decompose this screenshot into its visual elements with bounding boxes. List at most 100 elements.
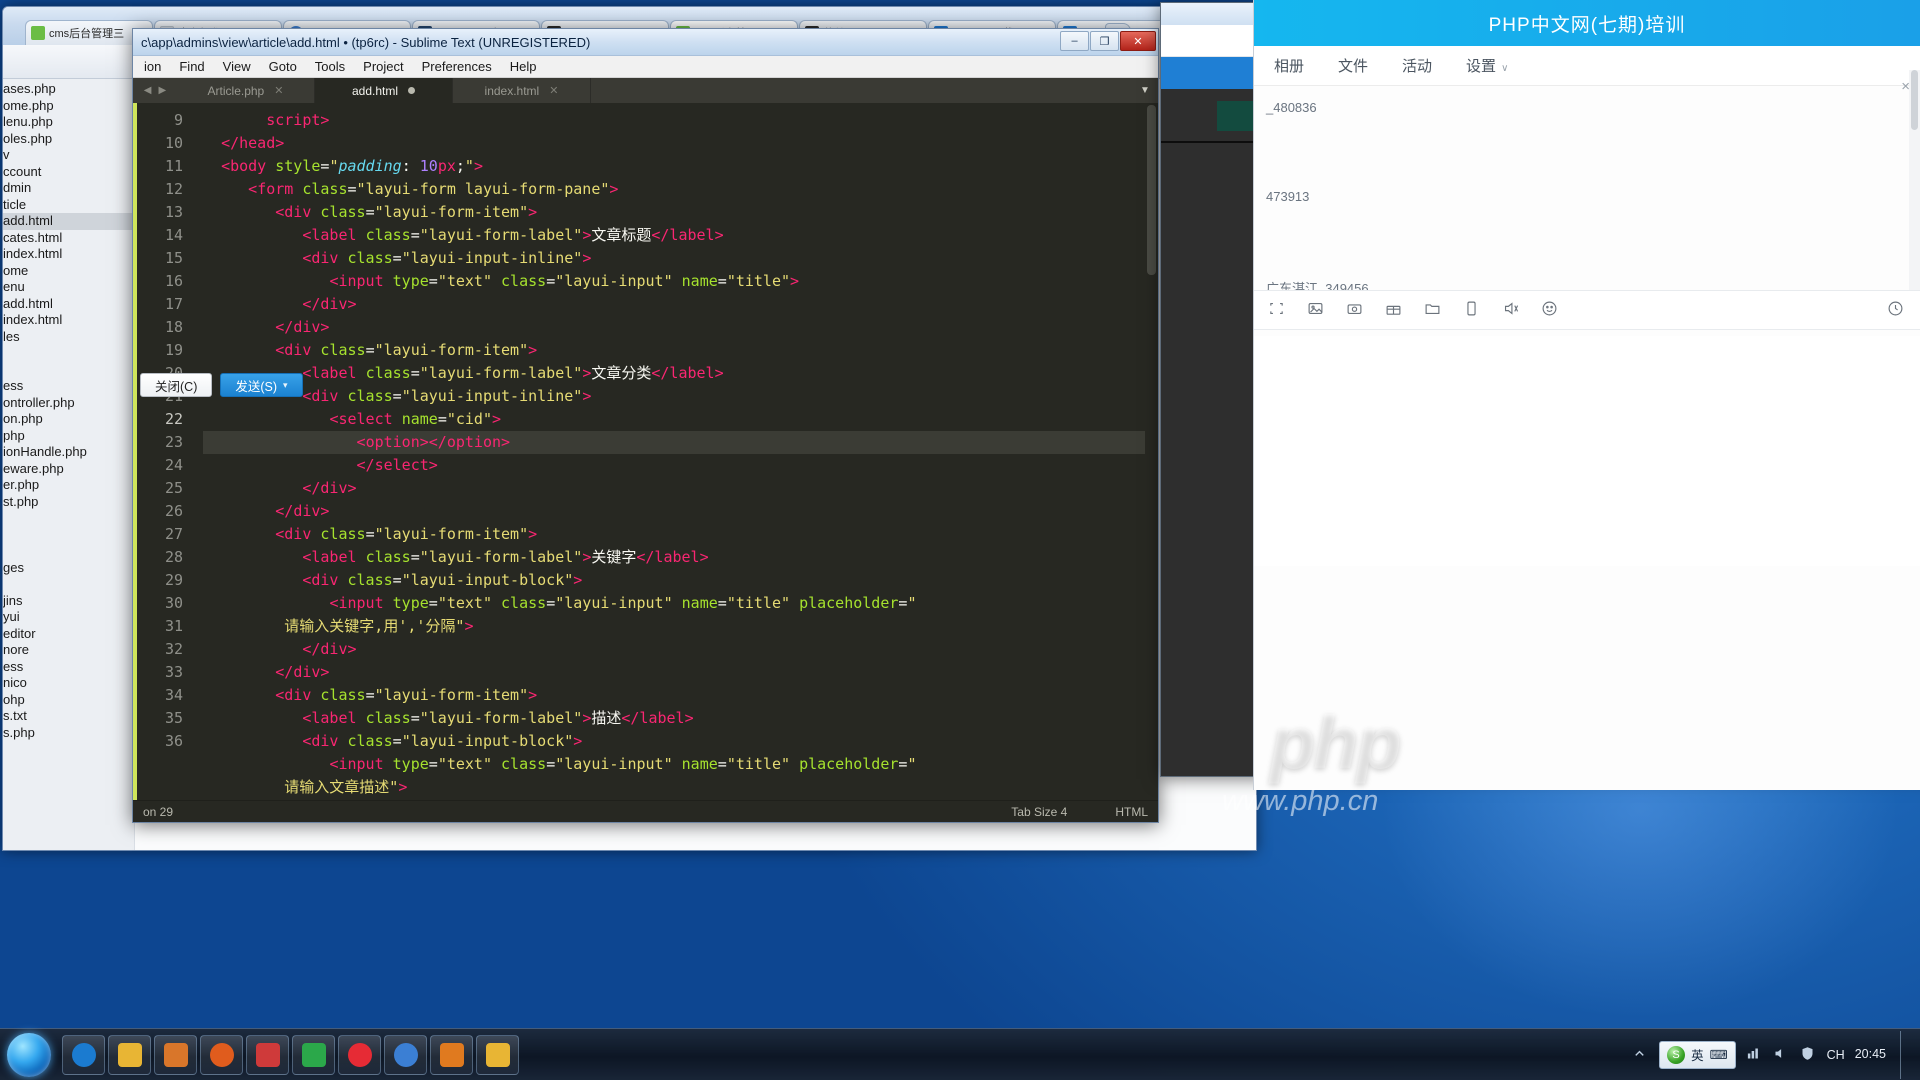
file-tree-item[interactable]: er.php bbox=[3, 477, 134, 494]
code-line[interactable]: 请输入文章描述"> bbox=[203, 776, 1158, 799]
file-tree-item[interactable]: jins bbox=[3, 593, 134, 610]
file-tree-item[interactable]: les bbox=[3, 329, 134, 346]
ime-lang-label[interactable]: 英 bbox=[1691, 1045, 1704, 1064]
code-line[interactable]: <div class="layui-form-item"> bbox=[203, 339, 1158, 362]
windows-taskbar[interactable]: S 英 ⌨ CH 20:45 bbox=[0, 1028, 1920, 1080]
screenshot-icon[interactable] bbox=[1268, 300, 1285, 321]
code-line[interactable]: </head> bbox=[203, 132, 1158, 155]
show-desktop-button[interactable] bbox=[1900, 1030, 1912, 1079]
file-tree-item[interactable]: lenu.php bbox=[3, 114, 134, 131]
arrow-up-icon[interactable] bbox=[1632, 1046, 1649, 1063]
language-indicator[interactable]: CH bbox=[1827, 1048, 1845, 1062]
image-icon[interactable] bbox=[1307, 300, 1324, 321]
volume-icon[interactable] bbox=[1773, 1046, 1790, 1063]
file-tree-item[interactable]: cates.html bbox=[3, 230, 134, 247]
code-line[interactable]: <label class="layui-form-label">描述</labe… bbox=[203, 707, 1158, 730]
taskbar-item[interactable] bbox=[246, 1034, 289, 1075]
network-icon[interactable] bbox=[1746, 1046, 1763, 1063]
code-line[interactable]: <select name="cid"> bbox=[203, 408, 1158, 431]
code-line[interactable]: <input type="text" class="layui-input" n… bbox=[203, 753, 1158, 776]
file-tree-item[interactable]: ges bbox=[3, 560, 134, 577]
taskbar-item[interactable] bbox=[292, 1034, 335, 1075]
taskbar-item[interactable] bbox=[384, 1034, 427, 1075]
code-line[interactable]: 请输入关键字,用','分隔"> bbox=[203, 615, 1158, 638]
file-tree-sidebar[interactable]: ases.php ome.php lenu.php oles.php v ccount dm… bbox=[3, 79, 135, 850]
menu-item-tools[interactable]: Tools bbox=[306, 56, 354, 78]
editor-tab[interactable]: add.html bbox=[315, 78, 453, 103]
php-compose-toolbar[interactable] bbox=[1254, 290, 1920, 330]
gift-icon[interactable] bbox=[1385, 300, 1402, 321]
editor-tab[interactable]: Article.php ✕ bbox=[177, 78, 315, 103]
tab-size-label[interactable]: Tab Size 4 bbox=[1011, 805, 1067, 819]
taskbar-item[interactable] bbox=[62, 1034, 105, 1075]
taskbar-item[interactable] bbox=[200, 1034, 243, 1075]
code-line[interactable]: <div class="layui-input-inline"> bbox=[203, 385, 1158, 408]
file-tree-item[interactable]: v bbox=[3, 147, 134, 164]
modified-dot-icon[interactable] bbox=[408, 87, 416, 94]
syntax-label[interactable]: HTML bbox=[1115, 805, 1148, 819]
code-line[interactable]: script> bbox=[203, 109, 1158, 132]
code-line[interactable]: </div> bbox=[203, 500, 1158, 523]
code-line[interactable]: </div> bbox=[203, 293, 1158, 316]
file-tree-item[interactable]: ome.php bbox=[3, 98, 134, 115]
file-tree-item[interactable]: s.php bbox=[3, 725, 134, 742]
folder-icon[interactable] bbox=[1424, 300, 1441, 321]
file-tree-item[interactable]: ess bbox=[3, 378, 134, 395]
file-tree-item[interactable]: st.php bbox=[3, 494, 134, 511]
keyboard-icon[interactable]: ⌨ bbox=[1710, 1047, 1728, 1062]
code-line[interactable]: </select> bbox=[203, 454, 1158, 477]
taskbar-clock[interactable]: 20:45 bbox=[1855, 1047, 1886, 1063]
menu-item-find[interactable]: Find bbox=[170, 56, 213, 78]
menu-item-preferences[interactable]: Preferences bbox=[413, 56, 501, 78]
sublime-text-window[interactable]: c\app\admins\view\article\add.html • (tp… bbox=[132, 28, 1159, 823]
php-toolbar-right[interactable] bbox=[1887, 300, 1904, 321]
code-line[interactable]: <div class="layui-form-item"> bbox=[203, 684, 1158, 707]
php-nav-item[interactable]: 相册 bbox=[1274, 55, 1304, 76]
file-tree-item[interactable]: s.txt bbox=[3, 708, 134, 725]
sublime-tabbar[interactable]: ◀ ▶ Article.php ✕ add.html index.html ✕ ▼ bbox=[133, 78, 1158, 103]
code-line[interactable]: <div class="layui-input-block"> bbox=[203, 730, 1158, 753]
php-panel-nav[interactable]: 相册 文件 活动 设置 ∨ bbox=[1254, 46, 1920, 86]
qq-action-buttons[interactable]: 关闭(C) 发送(S) ▾ bbox=[140, 373, 303, 397]
code-line[interactable]: </div> bbox=[203, 799, 1158, 800]
file-tree-item[interactable]: oles.php bbox=[3, 131, 134, 148]
file-tree-item[interactable]: editor bbox=[3, 626, 134, 643]
taskbar-item[interactable] bbox=[476, 1034, 519, 1075]
ime-indicator[interactable]: S 英 ⌨ bbox=[1659, 1040, 1736, 1069]
emoji-icon[interactable] bbox=[1541, 300, 1558, 321]
php-nav-item[interactable]: 文件 bbox=[1338, 55, 1368, 76]
shake-icon[interactable] bbox=[1463, 300, 1480, 321]
close-icon[interactable]: ✕ bbox=[549, 84, 558, 97]
code-line[interactable]: </div> bbox=[203, 661, 1158, 684]
tab-back-arrow-icon[interactable]: ◀ bbox=[144, 85, 152, 96]
system-tray[interactable]: S 英 ⌨ CH 20:45 bbox=[1632, 1030, 1920, 1079]
sublime-tabs[interactable]: Article.php ✕ add.html index.html ✕ bbox=[177, 78, 591, 103]
photo-icon[interactable] bbox=[1346, 300, 1363, 321]
code-line[interactable]: <div class="layui-input-block"> bbox=[203, 569, 1158, 592]
sublime-menubar[interactable]: ion Find View Goto Tools Project Preferences He… bbox=[133, 56, 1158, 78]
tab-nav-arrows[interactable]: ◀ ▶ bbox=[133, 78, 177, 103]
scrollbar-thumb[interactable] bbox=[1147, 105, 1156, 275]
sublime-editor[interactable]: 9101112131415161718192021222324252627282… bbox=[133, 103, 1158, 800]
editor-tab[interactable]: index.html ✕ bbox=[453, 78, 591, 103]
code-line[interactable]: <input type="text" class="layui-input" n… bbox=[203, 592, 1158, 615]
file-tree-item[interactable]: nico bbox=[3, 675, 134, 692]
file-tree-item[interactable]: ess bbox=[3, 659, 134, 676]
file-tree-item[interactable]: ionHandle.php bbox=[3, 444, 134, 461]
code-line[interactable]: <body style="padding: 10px;"> bbox=[203, 155, 1158, 178]
file-tree-item[interactable]: add.html bbox=[3, 296, 134, 313]
code-line[interactable]: </div> bbox=[203, 477, 1158, 500]
php-message-input[interactable] bbox=[1254, 336, 1920, 566]
chevron-down-icon[interactable]: ∨ bbox=[1501, 63, 1508, 74]
mute-icon[interactable] bbox=[1502, 300, 1519, 321]
file-tree-item[interactable]: ccount bbox=[3, 164, 134, 181]
file-tree-item[interactable]: yui bbox=[3, 609, 134, 626]
code-content[interactable]: script> </head> <body style="padding: 10… bbox=[193, 103, 1158, 800]
sublime-window-controls[interactable]: – ❐ ✕ bbox=[1060, 31, 1156, 51]
code-line[interactable]: </div> bbox=[203, 638, 1158, 661]
code-line[interactable]: <div class="layui-input-inline"> bbox=[203, 247, 1158, 270]
code-line[interactable]: <div class="layui-form-item"> bbox=[203, 201, 1158, 224]
code-line[interactable]: </div> bbox=[203, 316, 1158, 339]
file-tree-item[interactable]: index.html bbox=[3, 246, 134, 263]
code-line[interactable]: <label class="layui-form-label">文章分类</la… bbox=[203, 362, 1158, 385]
